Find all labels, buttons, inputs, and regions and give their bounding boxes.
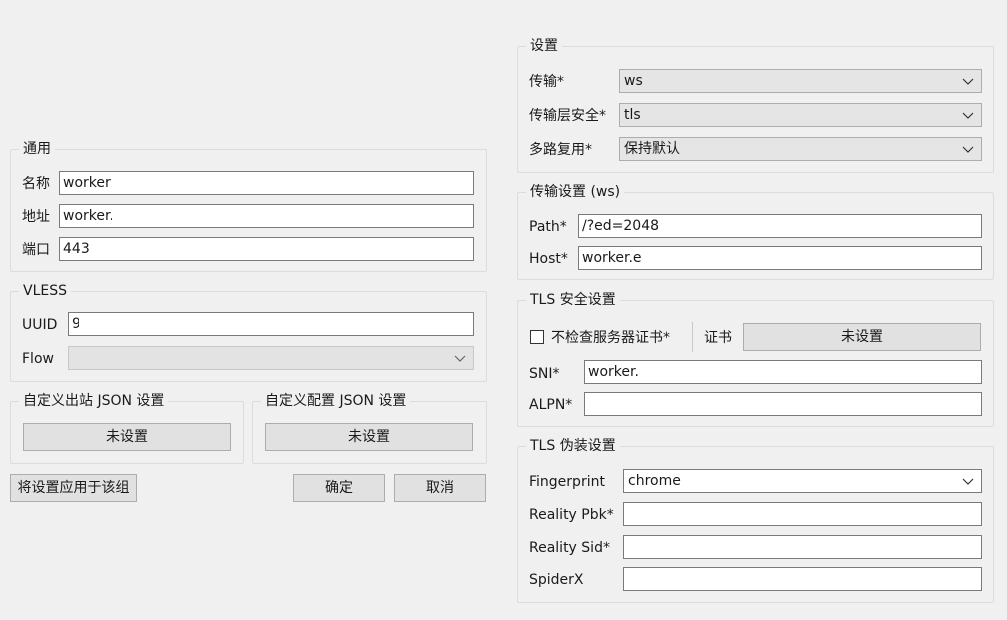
port-label: 端口 (22, 242, 50, 258)
custom-config-title: 自定义配置 JSON 设置 (261, 392, 411, 410)
uuid-input[interactable]: 9 (68, 312, 474, 336)
flow-label: Flow (22, 351, 54, 367)
reality-sid-label: Reality Sid* (529, 540, 610, 556)
custom-outbound-button[interactable]: 未设置 (23, 423, 231, 451)
sni-label: SNI* (529, 366, 560, 382)
path-input[interactable]: /?ed=2048 (578, 214, 982, 238)
chevron-down-icon (962, 78, 974, 85)
general-group-title: 通用 (19, 140, 55, 158)
name-input[interactable]: worker (59, 171, 474, 195)
flow-select[interactable] (68, 346, 474, 370)
host-input[interactable]: worker.e (578, 246, 982, 270)
chevron-down-icon (962, 112, 974, 119)
sni-input[interactable]: worker. (584, 360, 982, 384)
skip-verify-checkbox[interactable] (530, 330, 544, 344)
transport-label: 传输* (529, 74, 564, 90)
custom-outbound-title: 自定义出站 JSON 设置 (19, 392, 169, 410)
cert-label: 证书 (704, 330, 732, 346)
fingerprint-value: chrome (628, 473, 681, 489)
sni-value: worker. (588, 364, 639, 380)
mux-label: 多路复用* (529, 142, 592, 158)
name-label: 名称 (22, 176, 50, 192)
reality-sid-input[interactable] (623, 535, 982, 559)
mux-value: 保持默认 (624, 141, 680, 157)
divider (692, 322, 693, 352)
fingerprint-select[interactable]: chrome (623, 469, 982, 493)
redaction-mask (641, 249, 731, 267)
vless-group-title: VLESS (19, 282, 71, 300)
security-select[interactable]: tls (619, 103, 982, 127)
redaction-mask (112, 207, 212, 225)
fingerprint-label: Fingerprint (529, 474, 605, 490)
settings-group-title: 设置 (526, 37, 562, 55)
mux-select[interactable]: 保持默认 (619, 137, 982, 161)
tls-settings-title: TLS 安全设置 (526, 291, 620, 309)
skip-verify-label: 不检查服务器证书* (551, 330, 670, 346)
host-value: worker.e (582, 250, 642, 266)
address-label: 地址 (22, 209, 50, 225)
chevron-down-icon (962, 146, 974, 153)
tls-camouflage-title: TLS 伪装设置 (526, 437, 620, 455)
uuid-label: UUID (22, 317, 58, 333)
host-label: Host* (529, 251, 568, 267)
reality-pbk-label: Reality Pbk* (529, 507, 614, 523)
alpn-label: ALPN* (529, 397, 573, 413)
transport-value: ws (624, 73, 643, 89)
path-label: Path* (529, 219, 567, 235)
alpn-input[interactable] (584, 392, 982, 416)
port-input[interactable]: 443 (59, 237, 474, 261)
security-label: 传输层安全* (529, 108, 606, 124)
chevron-down-icon (454, 355, 466, 362)
spiderx-input[interactable] (623, 567, 982, 591)
transport-select[interactable]: ws (619, 69, 982, 93)
cancel-button[interactable]: 取消 (394, 474, 486, 502)
chevron-down-icon (962, 478, 974, 485)
address-input[interactable]: worker. (59, 204, 474, 228)
reality-pbk-input[interactable] (623, 502, 982, 526)
ok-button[interactable]: 确定 (293, 474, 385, 502)
custom-config-button[interactable]: 未设置 (265, 423, 473, 451)
redaction-mask (645, 363, 725, 381)
redaction-mask (79, 315, 379, 333)
security-value: tls (624, 107, 641, 123)
address-value: worker. (63, 208, 114, 224)
apply-to-group-button[interactable]: 将设置应用于该组 (10, 474, 137, 502)
transport-settings-title: 传输设置 (ws) (526, 183, 625, 201)
cert-button[interactable]: 未设置 (743, 323, 981, 351)
spiderx-label: SpiderX (529, 572, 584, 588)
